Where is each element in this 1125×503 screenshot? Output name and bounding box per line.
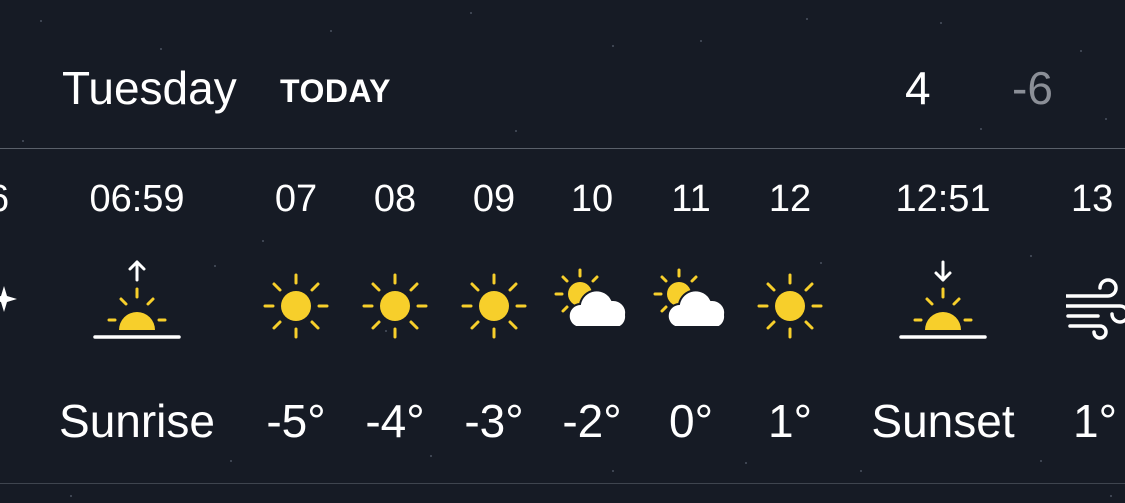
hour-time: 10 bbox=[570, 178, 614, 220]
hour-item: 08 -4° bbox=[345, 0, 445, 503]
hour-time: 12:51 bbox=[895, 178, 991, 220]
hour-time: 11 bbox=[671, 178, 711, 220]
partly-cloudy-icon bbox=[554, 268, 628, 328]
hour-item: 07 -5° bbox=[246, 0, 346, 503]
hour-item: 11 0° bbox=[641, 0, 741, 503]
hour-item-sunset: 12:51 Sunset bbox=[871, 0, 1014, 503]
hour-value: -5° bbox=[266, 395, 326, 447]
hour-value: 1° bbox=[768, 395, 812, 447]
hour-item-sunrise: 06:59 Sunrise bbox=[59, 0, 215, 503]
hour-time: 6 bbox=[0, 178, 9, 220]
star-icon bbox=[0, 286, 17, 312]
hour-value: 0° bbox=[669, 395, 713, 447]
hour-time: 06:59 bbox=[89, 178, 185, 220]
sun-icon bbox=[362, 273, 428, 339]
hour-value: -4° bbox=[365, 395, 425, 447]
hour-time: 08 bbox=[373, 178, 417, 220]
hour-time: 13 bbox=[1071, 178, 1114, 220]
sunset-icon bbox=[899, 260, 987, 339]
hour-time: 07 bbox=[274, 178, 318, 220]
hour-time: 12 bbox=[768, 178, 812, 220]
sunrise-icon bbox=[93, 260, 181, 339]
divider-bottom bbox=[0, 483, 1125, 484]
sun-icon bbox=[757, 273, 823, 339]
hour-value: -3° bbox=[464, 395, 524, 447]
partly-cloudy-icon bbox=[653, 268, 727, 328]
hour-value: -2° bbox=[562, 395, 622, 447]
hour-value: Sunset bbox=[871, 395, 1015, 447]
sun-icon bbox=[263, 273, 329, 339]
hour-item: 09 -3° bbox=[444, 0, 544, 503]
hour-value: Sunrise bbox=[59, 395, 215, 447]
hour-item: 10 -2° bbox=[542, 0, 642, 503]
hour-item: 13 1° bbox=[1066, 0, 1125, 503]
hour-value: 1° bbox=[1073, 395, 1117, 447]
hour-item: 12 1° bbox=[740, 0, 840, 503]
wind-icon bbox=[1066, 278, 1125, 340]
hour-time: 09 bbox=[472, 178, 516, 220]
low-temperature: -6 bbox=[1012, 62, 1053, 114]
sun-icon bbox=[461, 273, 527, 339]
hour-item: 6 ° bbox=[0, 0, 18, 503]
